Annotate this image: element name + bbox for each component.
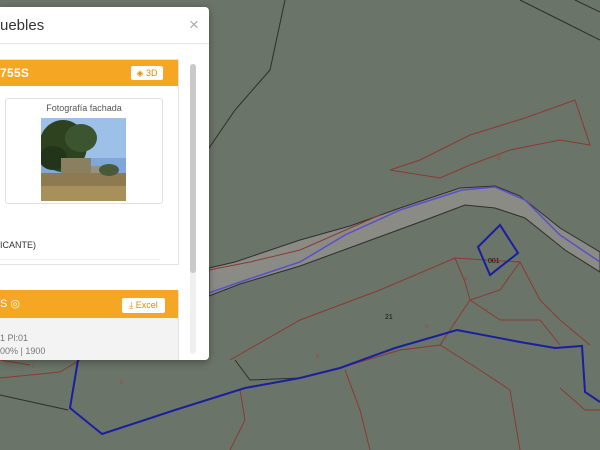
- export-excel-label: Excel: [135, 300, 158, 310]
- map-label-001: 001: [488, 258, 500, 265]
- construction-details: 00% | 1900: [0, 346, 46, 356]
- facade-photo-label: Fotografía fachada: [46, 103, 122, 113]
- card-separator: [0, 259, 160, 260]
- map-label-g: g: [497, 155, 500, 161]
- cube-icon: ◈: [136, 68, 146, 78]
- construction-card: S ◎ ⤓ Excel 1 Pl:01 00% | 1900: [0, 290, 179, 360]
- map-label-d: d: [316, 354, 319, 360]
- cadastral-reference: 755S: [0, 66, 30, 80]
- facade-photo-box: Fotografía fachada: [5, 98, 163, 204]
- facade-photo[interactable]: [41, 118, 126, 201]
- map-label-c: c: [32, 364, 35, 370]
- property-card: 755S ◈ 3D Fotografía fachada ICANTE): [0, 59, 179, 265]
- panel-header-divider: [0, 43, 209, 44]
- panel-title: uebles: [0, 17, 45, 34]
- panel-scrollbar-thumb[interactable]: [190, 64, 196, 273]
- view-3d-label: 3D: [145, 68, 158, 78]
- construction-card-header: S ◎ ⤓ Excel: [0, 290, 178, 318]
- map-label-21: 21: [385, 314, 393, 321]
- owner-line: ICANTE): [0, 240, 36, 250]
- property-card-header: 755S ◈ 3D: [0, 60, 178, 86]
- info-icon: S ◎: [0, 298, 20, 310]
- export-excel-button[interactable]: ⤓ Excel: [122, 298, 165, 313]
- close-icon[interactable]: ×: [189, 16, 199, 33]
- property-info-panel: uebles × 755S ◈ 3D Fotografía fachada IC…: [0, 7, 209, 360]
- view-3d-button[interactable]: ◈ 3D: [131, 66, 163, 80]
- construction-location: 1 Pl:01: [0, 333, 29, 343]
